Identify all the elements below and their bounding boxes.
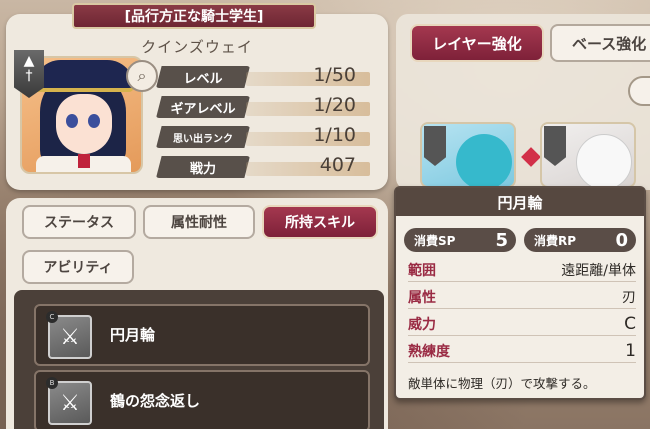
skill-description: 敵単体に物理（刃）で攻撃する。: [408, 376, 596, 391]
stat-level: レベル 1/50: [156, 64, 370, 90]
layer-card[interactable]: [540, 122, 636, 188]
tab-attribute-resist[interactable]: 属性耐性: [143, 205, 255, 239]
skill-name: 鶴の怨念返し: [110, 392, 201, 410]
sword-icon: C ⚔: [46, 311, 92, 359]
stat-memory-rank: 思い出ランク 1/10: [156, 124, 370, 150]
skill-detail-popup: 円月輪 消費SP 5 消費RP 0 範囲 遠距離/単体 属性 刃 威力 C 熟練…: [394, 186, 646, 400]
base-enhance-button[interactable]: ベース強化: [550, 24, 650, 62]
skill-rank: B: [46, 377, 58, 389]
layer-enhance-button[interactable]: レイヤー強化: [410, 24, 544, 62]
side-button[interactable]: [628, 76, 650, 106]
attr-label: 属性: [408, 289, 436, 306]
portrait-face: [56, 94, 112, 154]
stat-value: 407: [319, 154, 356, 176]
stat-value: 1/50: [313, 64, 356, 86]
stat-label: ギアレベル: [156, 96, 250, 118]
rp-cost: 消費RP 0: [524, 228, 636, 252]
attr-value: C: [624, 313, 636, 334]
skill-rank: C: [46, 311, 58, 323]
stat-power: 戦力 407: [156, 154, 370, 180]
attr-range: 範囲 遠距離/単体: [408, 258, 636, 282]
zoom-icon[interactable]: ⌕: [126, 60, 158, 92]
attr-power: 威力 C: [408, 312, 636, 336]
attr-value: 遠距離/単体: [561, 262, 636, 279]
attr-value: 刃: [622, 289, 636, 306]
tab-ability[interactable]: アビリティ: [22, 250, 134, 284]
attr-element: 属性 刃: [408, 285, 636, 309]
layer-card[interactable]: [420, 122, 516, 188]
sword-icon: B ⚔: [46, 377, 92, 425]
stat-value: 1/10: [313, 124, 356, 146]
tab-owned-skills[interactable]: 所持スキル: [262, 205, 378, 239]
stat-label: 思い出ランク: [156, 126, 250, 148]
attr-proficiency: 熟練度 1: [408, 339, 636, 363]
portrait-tie: [78, 154, 90, 168]
skill-detail-title: 円月輪: [396, 188, 644, 216]
portrait-hat: [34, 60, 134, 92]
attr-label: 威力: [408, 316, 436, 333]
skill-item[interactable]: C ⚔ 円月輪: [34, 304, 370, 366]
sp-label: 消費SP: [414, 233, 456, 248]
portrait-eye-left: [66, 114, 78, 128]
attr-value: 1: [625, 340, 636, 361]
rank-badge-icon: [424, 126, 446, 166]
rp-label: 消費RP: [534, 233, 577, 248]
skill-item[interactable]: B ⚔ 鶴の怨念返し: [34, 370, 370, 429]
stat-value: 1/20: [313, 94, 356, 116]
portrait-eye-right: [88, 114, 100, 128]
attr-label: 熟練度: [408, 343, 450, 360]
rank-badge-icon: [544, 126, 566, 166]
character-title: [品行方正な騎士学生]: [72, 3, 316, 29]
stat-label: 戦力: [156, 156, 250, 178]
rp-value: 0: [615, 229, 628, 251]
skill-name: 円月輪: [110, 326, 156, 344]
stat-gear-level: ギアレベル 1/20: [156, 94, 370, 120]
sp-value: 5: [495, 229, 508, 251]
sp-cost: 消費SP 5: [404, 228, 516, 252]
tab-status[interactable]: ステータス: [22, 205, 136, 239]
attr-label: 範囲: [408, 262, 436, 279]
character-name: クインズウェイ: [141, 38, 253, 56]
card-character-image: [456, 134, 512, 186]
card-character-image: [576, 134, 632, 186]
stat-label: レベル: [156, 66, 250, 88]
